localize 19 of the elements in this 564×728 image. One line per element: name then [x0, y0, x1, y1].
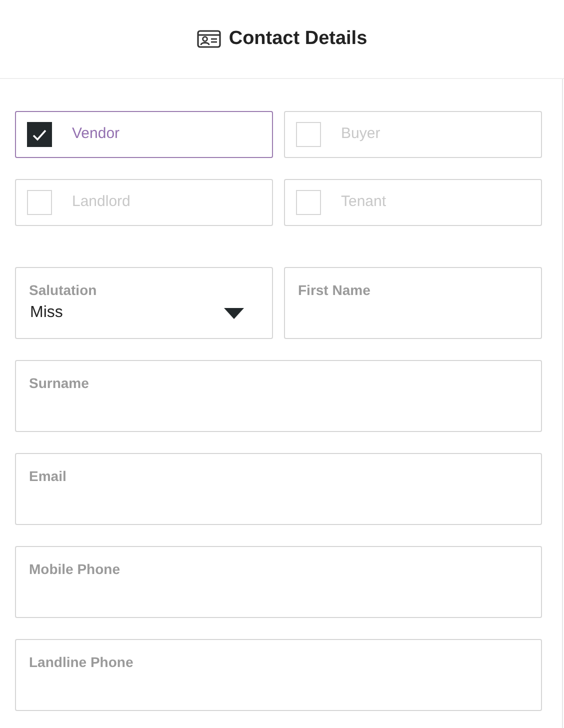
input-field[interactable]: Mobile Phone	[15, 546, 542, 618]
page-title: Contact Details	[228, 26, 368, 51]
contact-card-icon	[196, 30, 221, 48]
field-label: Surname	[29, 374, 90, 393]
field-label: Mobile Phone	[29, 560, 121, 579]
field-label: First Name	[298, 281, 372, 300]
input-field[interactable]: First Name	[284, 267, 542, 339]
select-field[interactable]: Salutation Miss	[15, 267, 273, 339]
field-label: Landline Phone	[29, 653, 134, 672]
input-field[interactable]: Email	[15, 453, 542, 525]
dropdown-caret-icon[interactable]	[224, 308, 244, 319]
field-label: Salutation	[29, 281, 98, 300]
input-field[interactable]: Surname	[15, 360, 542, 432]
role-option[interactable]: Vendor	[15, 111, 273, 158]
field-label: Email	[29, 467, 68, 486]
input-field[interactable]: Landline Phone	[15, 639, 542, 711]
checkbox[interactable]	[27, 122, 52, 147]
checkmark-icon	[32, 128, 47, 140]
select-value: Miss	[29, 303, 63, 323]
